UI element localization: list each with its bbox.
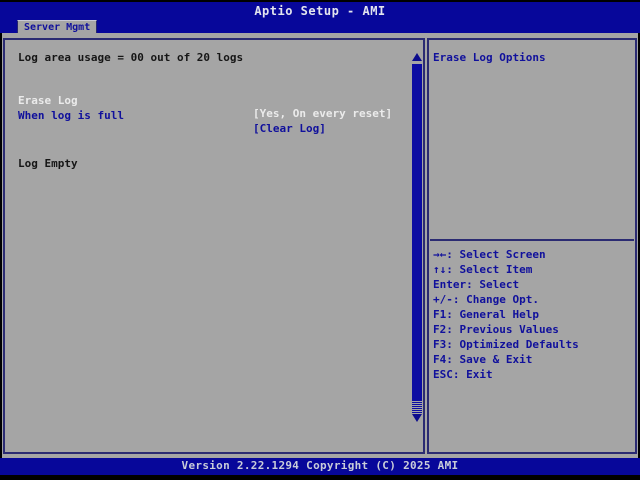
- option-label: When log is full: [18, 109, 124, 122]
- help-title: Erase Log Options: [433, 51, 546, 64]
- log-usage-line: Log area usage = 00 out of 20 logs: [18, 51, 244, 64]
- scrollbar-thumb[interactable]: [412, 64, 422, 400]
- scrollbar-track[interactable]: [412, 400, 422, 413]
- option-row-erase-log[interactable]: Erase Log [Yes, On every reset]: [5, 81, 423, 120]
- hotkey-line: F2: Previous Values: [433, 323, 559, 336]
- hotkey-legend: →←: Select Screen ↑↓: Select Item Enter:…: [433, 247, 579, 382]
- hotkey-line: Enter: Select: [433, 278, 520, 291]
- option-value: [Clear Log]: [253, 122, 326, 135]
- options-panel: Log area usage = 00 out of 20 logs Erase…: [3, 38, 425, 454]
- hotkey-line: →←: Select Screen: [433, 248, 546, 261]
- help-panel: Erase Log Options →←: Select Screen ↑↓: …: [427, 38, 637, 454]
- window-title: Aptio Setup - AMI: [0, 2, 640, 20]
- hotkey-line: ESC: Exit: [433, 368, 493, 381]
- version-bar: Version 2.22.1294 Copyright (C) 2025 AMI: [0, 458, 640, 475]
- option-row-when-log-full[interactable]: When log is full [Clear Log]: [5, 96, 423, 135]
- hotkey-line: F1: General Help: [433, 308, 539, 321]
- bios-setup-screen: Aptio Setup - AMI Server Mgmt Log area u…: [0, 0, 640, 480]
- main-area: Log area usage = 00 out of 20 logs Erase…: [2, 33, 638, 458]
- tab-label: Server Mgmt: [24, 22, 91, 33]
- hotkey-line: ↑↓: Select Item: [433, 263, 533, 276]
- scroll-up-icon[interactable]: [412, 53, 422, 61]
- tab-server-mgmt[interactable]: Server Mgmt: [17, 20, 98, 34]
- log-status-line: Log Empty: [18, 157, 78, 170]
- hotkey-line: F3: Optimized Defaults: [433, 338, 579, 351]
- menu-tab-bar: Server Mgmt: [0, 20, 640, 34]
- scroll-down-icon[interactable]: [412, 414, 422, 422]
- hotkey-line: +/-: Change Opt.: [433, 293, 539, 306]
- hotkey-line: F4: Save & Exit: [433, 353, 533, 366]
- help-panel-divider: [430, 239, 634, 241]
